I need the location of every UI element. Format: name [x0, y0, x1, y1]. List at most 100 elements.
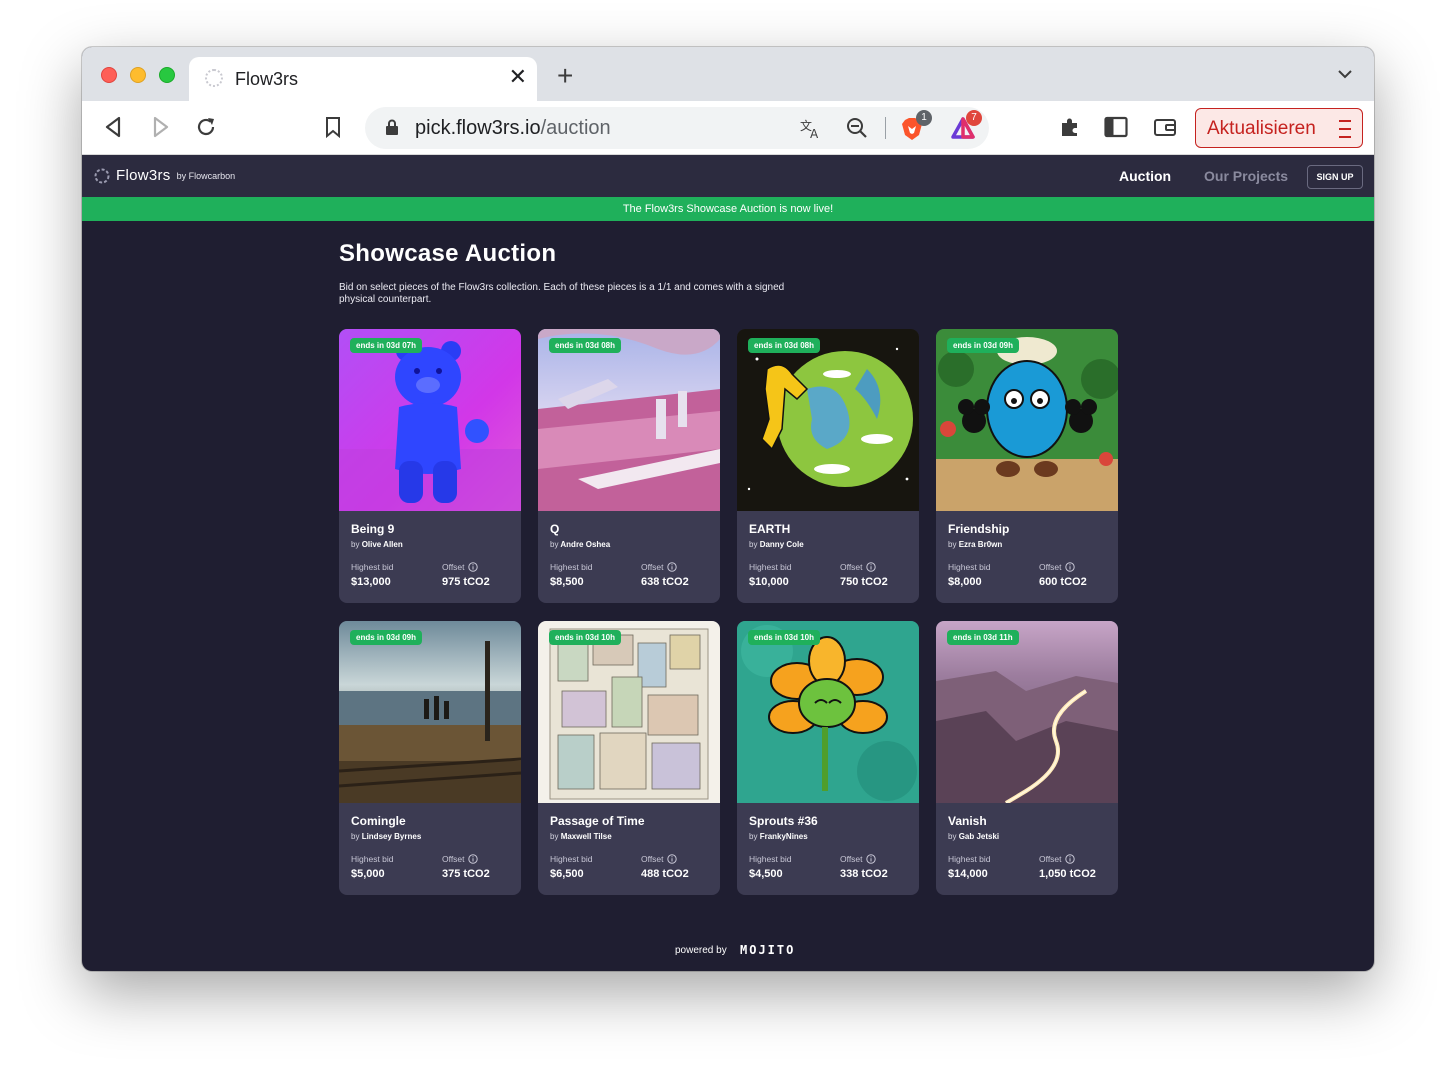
highest-bid-label: Highest bid: [351, 562, 394, 572]
time-remaining-badge: ends in 03d 09h: [350, 630, 423, 645]
brave-shields-button[interactable]: 1: [901, 110, 932, 140]
offset-value: 600 tCO2: [1039, 576, 1087, 588]
artwork-image: [339, 329, 521, 511]
nav-our-projects[interactable]: Our Projects: [1204, 168, 1288, 184]
highest-bid-value: $14,000: [948, 868, 988, 880]
sidebar-icon[interactable]: [1104, 116, 1128, 138]
card-artist: by Danny Cole: [749, 540, 804, 549]
page-description: Bid on select pieces of the Flow3rs coll…: [339, 282, 785, 305]
highest-bid-value: $6,500: [550, 868, 584, 880]
tab-strip: Flow3rs ✕ +: [82, 47, 1374, 101]
maximize-window-button[interactable]: [159, 67, 175, 83]
info-icon[interactable]: [1064, 562, 1075, 572]
divider: [885, 117, 886, 139]
offset-value: 975 tCO2: [442, 576, 490, 588]
update-label: Aktualisieren: [1207, 118, 1316, 139]
chevron-down-icon[interactable]: [1338, 69, 1352, 79]
browser-toolbar: pick.flow3rs.io/auction 文 A 1 7 Aktualis…: [82, 101, 1374, 155]
info-icon[interactable]: [865, 854, 876, 864]
auction-card[interactable]: ends in 03d 10h Passage of Time by Maxwe…: [538, 621, 720, 895]
artwork-image: [936, 329, 1118, 511]
card-artist: by Olive Allen: [351, 540, 403, 549]
card-artist: by FrankyNines: [749, 832, 808, 841]
highest-bid-label: Highest bid: [948, 562, 991, 572]
offset-value: 375 tCO2: [442, 868, 490, 880]
rewards-badge: 7: [966, 110, 982, 126]
info-icon[interactable]: [865, 562, 876, 572]
offset-value: 750 tCO2: [840, 576, 888, 588]
minimize-window-button[interactable]: [130, 67, 146, 83]
artwork-image: [737, 329, 919, 511]
lock-icon: [386, 119, 398, 135]
zoom-out-icon[interactable]: [846, 117, 868, 139]
info-icon[interactable]: [666, 854, 677, 864]
info-icon[interactable]: [467, 854, 478, 864]
reload-icon[interactable]: [195, 116, 217, 138]
back-icon[interactable]: [104, 116, 124, 138]
info-icon[interactable]: [1064, 854, 1075, 864]
translate-icon[interactable]: 文 A: [799, 117, 823, 141]
artwork-image: [538, 329, 720, 511]
offset-label: Offset: [840, 854, 876, 864]
nav-auction[interactable]: Auction: [1119, 168, 1171, 184]
offset-value: 638 tCO2: [641, 576, 689, 588]
highest-bid-value: $5,000: [351, 868, 385, 880]
offset-value: 338 tCO2: [840, 868, 888, 880]
auction-card[interactable]: ends in 03d 09h Friendship by Ezra Br0wn…: [936, 329, 1118, 603]
card-artist: by Ezra Br0wn: [948, 540, 1003, 549]
time-remaining-badge: ends in 03d 10h: [748, 630, 821, 645]
wallet-icon[interactable]: [1153, 116, 1177, 138]
powered-by-label: powered by: [675, 945, 727, 956]
card-title: Q: [550, 522, 560, 536]
time-remaining-badge: ends in 03d 07h: [350, 338, 423, 353]
artwork-image: [936, 621, 1118, 803]
flower-logo-icon: [94, 168, 110, 183]
auction-card[interactable]: ends in 03d 11h Vanish by Gab Jetski Hig…: [936, 621, 1118, 895]
auction-card[interactable]: ends in 03d 07h Being 9 by Olive Allen H…: [339, 329, 521, 603]
card-title: Sprouts #36: [749, 814, 818, 828]
auction-card[interactable]: ends in 03d 10h Sprouts #36 by FrankyNin…: [737, 621, 919, 895]
tab-title: Flow3rs: [235, 69, 299, 89]
info-icon[interactable]: [467, 562, 478, 572]
flow3rs-logo[interactable]: Flow3rs by Flowcarbon: [94, 167, 235, 184]
new-tab-button[interactable]: +: [557, 62, 573, 90]
address-bar[interactable]: pick.flow3rs.io/auction 文 A 1 7: [365, 107, 989, 149]
page-title: Showcase Auction: [339, 240, 557, 267]
card-artist: by Lindsey Byrnes: [351, 832, 422, 841]
logo-text: Flow3rs: [116, 167, 171, 184]
card-title: Vanish: [948, 814, 987, 828]
sign-up-button[interactable]: SIGN UP: [1307, 165, 1363, 189]
highest-bid-value: $10,000: [749, 576, 789, 588]
offset-label: Offset: [442, 562, 478, 572]
offset-label: Offset: [641, 562, 677, 572]
auction-card[interactable]: ends in 03d 08h Q by Andre Oshea Highest…: [538, 329, 720, 603]
browser-tab[interactable]: Flow3rs ✕: [189, 57, 537, 101]
extensions-icon[interactable]: [1059, 116, 1081, 138]
bookmark-icon[interactable]: [324, 116, 342, 138]
info-icon[interactable]: [666, 562, 677, 572]
card-title: Friendship: [948, 522, 1010, 536]
offset-value: 488 tCO2: [641, 868, 689, 880]
artwork-image: [737, 621, 919, 803]
artwork-image: [339, 621, 521, 803]
forward-icon[interactable]: [150, 116, 170, 138]
card-title: EARTH: [749, 522, 791, 536]
close-tab-icon[interactable]: ✕: [509, 65, 527, 89]
card-title: Being 9: [351, 522, 395, 536]
offset-label: Offset: [442, 854, 478, 864]
mojito-logo[interactable]: MOJITO: [740, 943, 795, 957]
card-artist: by Andre Oshea: [550, 540, 611, 549]
update-button[interactable]: Aktualisieren: [1195, 108, 1363, 148]
auction-card[interactable]: ends in 03d 08h EARTH by Danny Cole High…: [737, 329, 919, 603]
rewards-button[interactable]: 7: [951, 110, 982, 139]
browser-window: Flow3rs ✕ + pick.flow3rs.io/auction 文 A …: [82, 47, 1374, 971]
highest-bid-label: Highest bid: [948, 854, 991, 864]
highest-bid-label: Highest bid: [749, 854, 792, 864]
auction-card[interactable]: ends in 03d 09h Comingle by Lindsey Byrn…: [339, 621, 521, 895]
close-window-button[interactable]: [101, 67, 117, 83]
menu-icon: [1339, 120, 1351, 138]
time-remaining-badge: ends in 03d 10h: [549, 630, 622, 645]
highest-bid-value: $4,500: [749, 868, 783, 880]
favicon-icon: [205, 69, 223, 87]
offset-value: 1,050 tCO2: [1039, 868, 1096, 880]
